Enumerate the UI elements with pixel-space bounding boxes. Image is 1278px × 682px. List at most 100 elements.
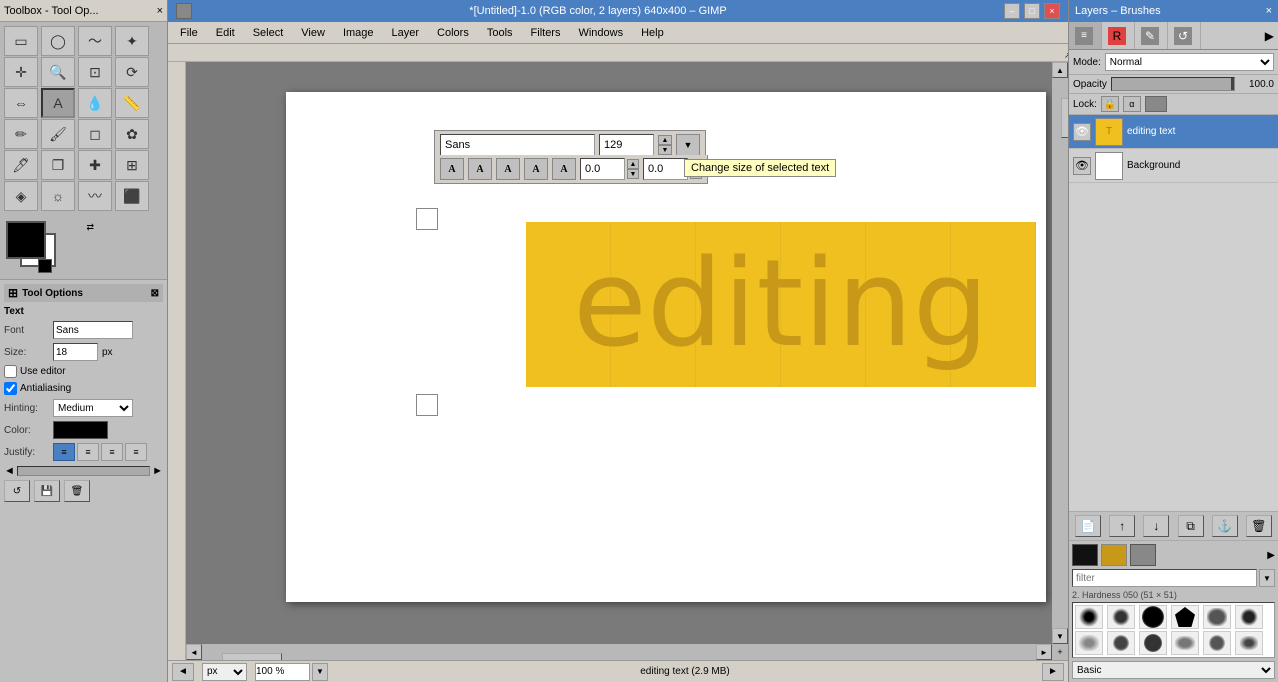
tool-bucket[interactable]: ⬛ [115,181,149,211]
scroll-v-up-btn[interactable]: ▲ [1052,62,1068,78]
fg-color-swatch[interactable] [6,221,46,259]
brush-item-10[interactable] [1171,631,1199,655]
text-offset-x-input[interactable] [580,158,625,180]
hinting-select[interactable]: Medium None Slight Full [53,399,133,417]
scroll-right-icon[interactable]: ► [152,465,163,477]
font-size-down[interactable]: ▼ [658,145,672,155]
tool-preset-restore[interactable]: ↺ [4,480,30,502]
brush-swatch-black[interactable] [1072,544,1098,566]
brush-item-2[interactable] [1107,605,1135,629]
tool-zoom[interactable]: 🔍 [41,57,75,87]
tool-perspective-clone[interactable]: ⊞ [115,150,149,180]
tool-options-scrollbar[interactable] [17,466,150,476]
nav-right-btn[interactable]: ► [1042,663,1064,681]
brush-category-select[interactable]: Basic Classic Sketch [1072,661,1275,679]
maximize-btn[interactable]: □ [1024,3,1040,19]
brush-item-1[interactable] [1075,605,1103,629]
font-size-input[interactable] [599,134,654,156]
text-align-left-btn[interactable]: A [440,158,464,180]
layer-visibility-editing[interactable]: 👁 [1073,123,1091,141]
tab-undo[interactable]: ↺ [1168,22,1201,49]
tool-clone[interactable]: ❐ [41,150,75,180]
justify-fill-btn[interactable]: ≡ [125,443,147,461]
tool-fuzzy-select[interactable]: ✦ [115,26,149,56]
delete-layer-btn[interactable]: 🗑 [1246,515,1272,537]
tool-heal[interactable]: ✚ [78,150,112,180]
lock-pixels-btn[interactable]: 🔒 [1101,96,1119,112]
tool-move[interactable]: ✛ [4,57,38,87]
menu-image[interactable]: Image [335,25,382,41]
lower-layer-btn[interactable]: ↓ [1143,515,1169,537]
anchor-layer-btn[interactable]: ⚓ [1212,515,1238,537]
layers-close-btn[interactable]: × [1266,5,1272,17]
justify-right-btn[interactable]: ≡ [101,443,123,461]
opacity-slider[interactable] [1111,77,1235,91]
tool-text[interactable]: A [41,88,75,118]
selection-handle-bl[interactable] [416,394,438,416]
lock-alpha-btn[interactable]: α [1123,96,1141,112]
font-select-input[interactable] [440,134,595,156]
menu-colors[interactable]: Colors [429,25,477,41]
tool-transform[interactable]: ⟳ [115,57,149,87]
scroll-left-icon[interactable]: ◄ [4,465,15,477]
tool-options-close[interactable]: ⊠ [151,288,159,299]
menu-edit[interactable]: Edit [208,25,243,41]
selection-handle-tl[interactable] [416,208,438,230]
duplicate-layer-btn[interactable]: ⧉ [1178,515,1204,537]
tool-ink[interactable]: 🖊 [4,150,38,180]
brush-item-4[interactable] [1171,605,1199,629]
tool-crop[interactable]: ⊡ [78,57,112,87]
tab-paths[interactable]: ✎ [1135,22,1168,49]
scroll-v-down-btn[interactable]: ▼ [1052,628,1068,644]
lock-color-swatch[interactable] [1145,96,1167,112]
menu-filters[interactable]: Filters [523,25,569,41]
size-input[interactable] [53,343,98,361]
tool-measure[interactable]: 📏 [115,88,149,118]
antialiasing-checkbox[interactable] [4,382,17,395]
raise-layer-btn[interactable]: ↑ [1109,515,1135,537]
tool-color-picker[interactable]: 💧 [78,88,112,118]
editing-layer[interactable]: editing [526,222,1036,387]
brush-item-5[interactable] [1203,605,1231,629]
font-input[interactable]: Sans [53,321,133,339]
scroll-h-left-btn[interactable]: ◄ [186,644,202,660]
text-align-justify-btn[interactable]: A [524,158,548,180]
use-editor-checkbox[interactable] [4,365,17,378]
brush-item-7[interactable] [1075,631,1103,655]
tool-preset-delete[interactable]: 🗑 [64,480,90,502]
menu-layer[interactable]: Layer [384,25,428,41]
layer-row-background[interactable]: 👁 Background [1069,149,1278,183]
reset-colors-icon[interactable] [38,259,52,273]
menu-view[interactable]: View [293,25,333,41]
text-align-fill-btn[interactable]: A [552,158,576,180]
tool-pencil[interactable]: ✏ [4,119,38,149]
tool-blur[interactable]: ◈ [4,181,38,211]
close-btn[interactable]: × [1044,3,1060,19]
brush-item-8[interactable] [1107,631,1135,655]
vertical-scrollbar[interactable]: ▲ ▼ [1052,62,1068,644]
brush-item-3[interactable] [1139,605,1167,629]
unit-select[interactable]: px % mm [202,663,247,681]
font-size-up[interactable]: ▲ [658,135,672,145]
brush-filter-input[interactable] [1072,569,1257,587]
brush-filter-dropdown[interactable]: ▼ [1259,569,1275,587]
tab-channels[interactable]: R [1102,22,1135,49]
tool-eraser[interactable]: ◻ [78,119,112,149]
tool-preset-save[interactable]: 💾 [34,480,60,502]
scroll-v-thumb[interactable] [1061,98,1068,138]
justify-left-btn[interactable]: ≡ [53,443,75,461]
mode-select[interactable]: Normal Multiply Screen [1105,53,1274,71]
zoom-dropdown[interactable]: ▼ [312,663,328,681]
tool-airbrush[interactable]: ✿ [115,119,149,149]
menu-select[interactable]: Select [245,25,292,41]
offset-x-up[interactable]: ▲ [627,159,639,169]
text-offset-y-input[interactable] [643,158,688,180]
text-color-swatch[interactable] [53,421,108,439]
brush-item-9[interactable] [1139,631,1167,655]
tool-smudge[interactable]: 〰 [78,181,112,211]
brush-item-6[interactable] [1235,605,1263,629]
tool-rect-select[interactable]: ▭ [4,26,38,56]
fit-canvas-btn[interactable]: + [1052,644,1068,660]
scroll-h-right-btn[interactable]: ► [1036,644,1052,660]
brush-swatch-gold[interactable] [1101,544,1127,566]
